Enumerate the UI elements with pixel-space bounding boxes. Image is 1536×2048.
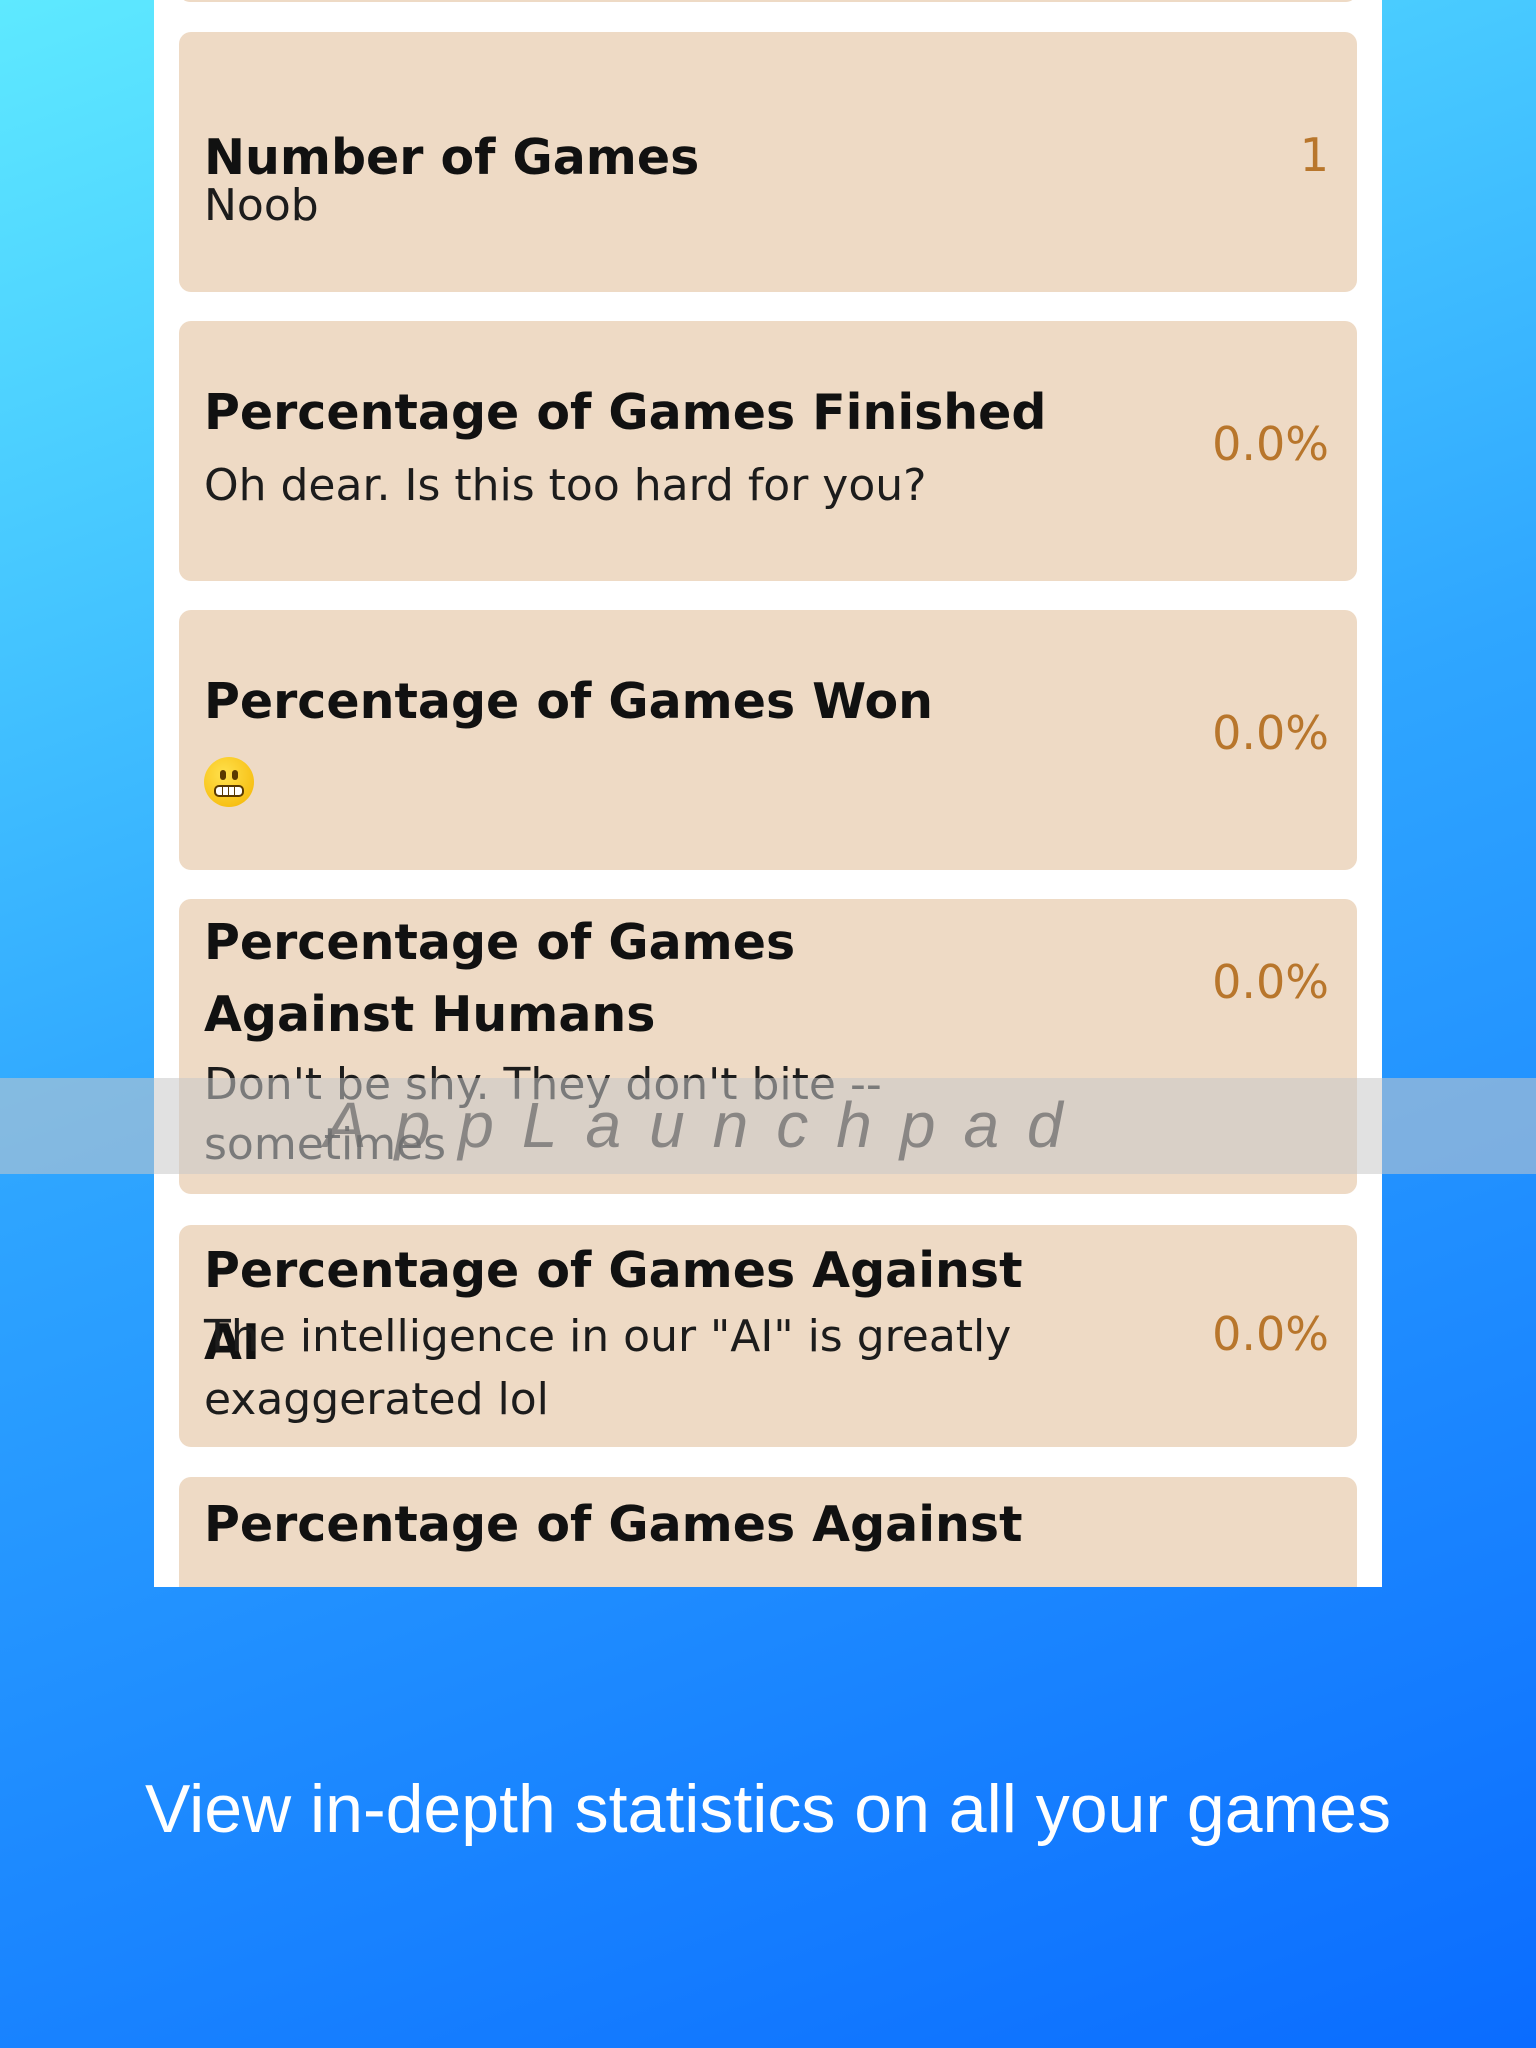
- stat-value: 0.0%: [1212, 706, 1329, 760]
- stat-card-number-of-games[interactable]: Number of Games Noob 1: [179, 32, 1357, 292]
- stat-title: Percentage of Games Against Humans: [204, 914, 796, 1043]
- stat-title: Percentage of Games Finished: [204, 384, 1047, 441]
- watermark-text: AppLaunchpad: [324, 1089, 1091, 1161]
- phone-screen: Number of Games Noob 1 Percentage of Gam…: [154, 0, 1382, 1587]
- stat-title: Percentage of Games Against: [204, 1496, 1023, 1553]
- promo-caption: View in-depth statistics on all your gam…: [144, 1771, 1391, 1847]
- grimacing-face-emoji: [204, 757, 254, 807]
- stat-value: 1: [1299, 128, 1329, 182]
- stat-value: 0.0%: [1212, 955, 1329, 1009]
- stat-card-games-won[interactable]: Percentage of Games Won 0.0%: [179, 610, 1357, 870]
- stat-subtitle-emoji: [204, 748, 1084, 811]
- stat-subtitle: Noob: [204, 180, 319, 231]
- stat-card-games-vs-ai[interactable]: Percentage of Games Against AI The intel…: [179, 1225, 1357, 1447]
- stat-title: Percentage of Games Won: [204, 673, 934, 730]
- stat-card-games-finished[interactable]: Percentage of Games Finished Oh dear. Is…: [179, 321, 1357, 581]
- watermark-banner: AppLaunchpad: [0, 1078, 1536, 1174]
- stat-card-partial-top: [179, 0, 1357, 2]
- stat-value: 0.0%: [1212, 417, 1329, 471]
- stat-value: 0.0%: [1212, 1307, 1329, 1361]
- stat-card-games-vs-partial[interactable]: Percentage of Games Against: [179, 1477, 1357, 1587]
- stat-subtitle: Oh dear. Is this too hard for you?: [204, 460, 927, 511]
- stat-subtitle: The intelligence in our "AI" is greatly …: [204, 1311, 1012, 1425]
